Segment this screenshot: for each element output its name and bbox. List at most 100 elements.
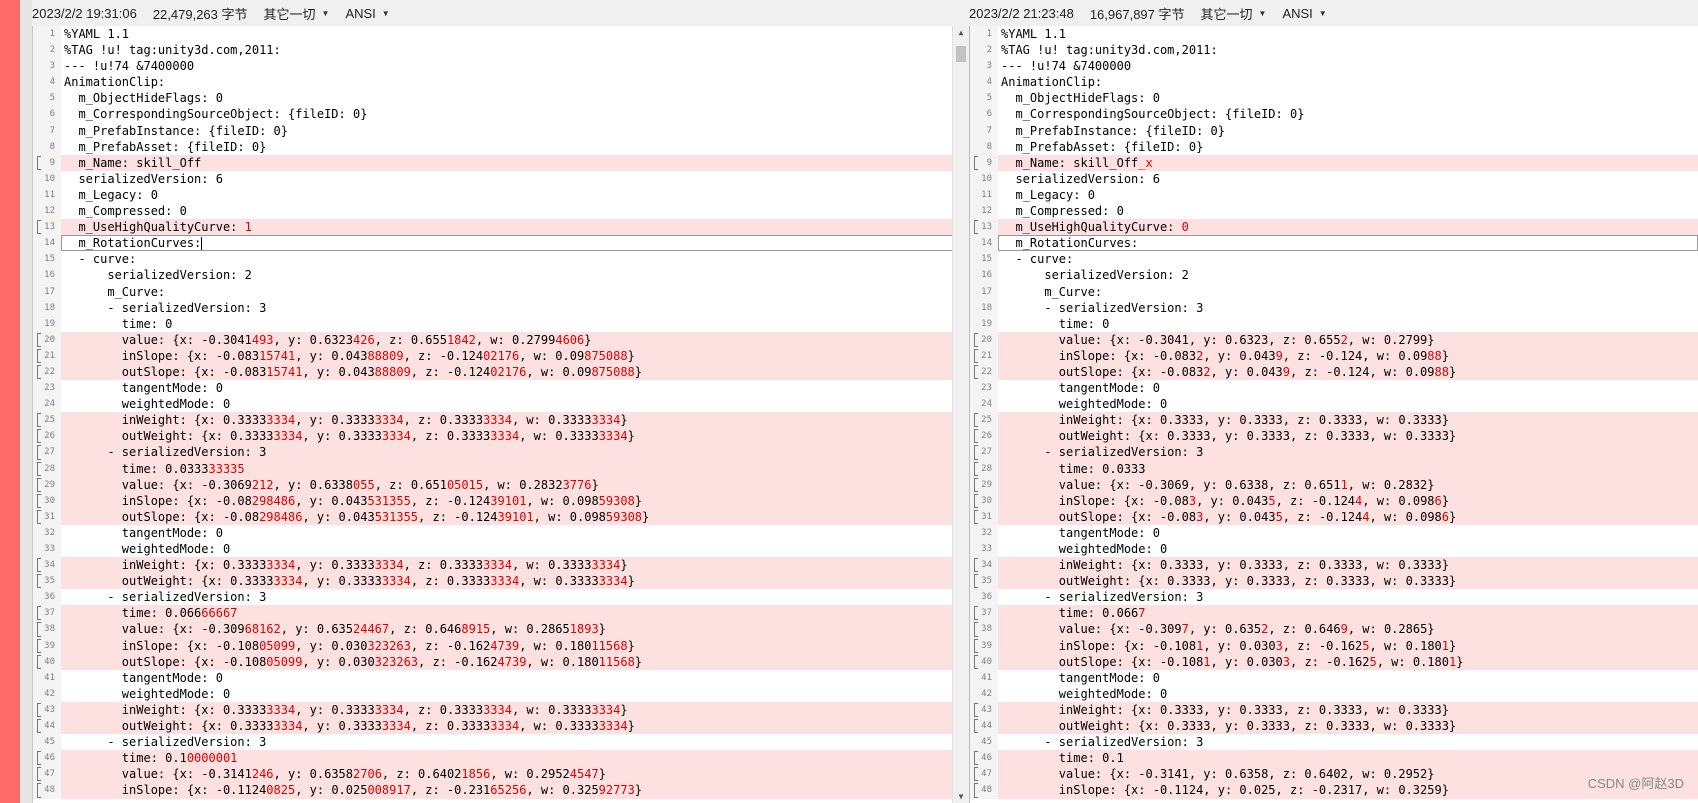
- code-line[interactable]: 36 - serializedVersion: 3: [33, 589, 969, 606]
- left-filetype-dropdown[interactable]: 其它一切 ▼: [264, 4, 330, 23]
- diff-line[interactable]: 13 m_UseHighQualityCurve: 1: [33, 219, 969, 236]
- code-line[interactable]: 6 m_CorrespondingSourceObject: {fileID: …: [33, 106, 969, 123]
- code-line[interactable]: 10 serializedVersion: 6: [33, 170, 969, 187]
- code-line[interactable]: 3 --- !u!74 &7400000: [970, 58, 1698, 75]
- diff-line[interactable]: 46 time: 0.10000001: [33, 750, 969, 767]
- diff-line[interactable]: 21 inSlope: {x: -0.0832, y: 0.0439, z: -…: [970, 347, 1698, 364]
- code-line[interactable]: 41 tangentMode: 0: [970, 669, 1698, 686]
- diff-line[interactable]: 39 inSlope: {x: -0.10805099, y: 0.030323…: [33, 637, 969, 654]
- code-line[interactable]: 7 m_PrefabInstance: {fileID: 0}: [970, 122, 1698, 139]
- diff-line[interactable]: 47 value: {x: -0.3141246, y: 0.63582706,…: [33, 766, 969, 783]
- code-line[interactable]: 45 - serializedVersion: 3: [970, 734, 1698, 751]
- left-encoding-dropdown[interactable]: ANSI ▼: [345, 6, 389, 21]
- code-line[interactable]: 19 time: 0: [970, 315, 1698, 332]
- code-line[interactable]: 33 weightedMode: 0: [33, 541, 969, 558]
- diff-line[interactable]: 40 outSlope: {x: -0.1081, y: 0.0303, z: …: [970, 653, 1698, 670]
- diff-line[interactable]: 28 time: 0.033333335: [33, 460, 969, 477]
- diff-line[interactable]: 27 - serializedVersion: 3: [33, 444, 969, 461]
- code-line[interactable]: 2 %TAG !u! tag:unity3d.com,2011:: [33, 42, 969, 59]
- diff-line[interactable]: 31 outSlope: {x: -0.08298486, y: 0.04353…: [33, 508, 969, 525]
- diff-line[interactable]: 29 value: {x: -0.3069, y: 0.6338, z: 0.6…: [970, 476, 1698, 493]
- code-line[interactable]: 3 --- !u!74 &7400000: [33, 58, 969, 75]
- code-line[interactable]: 15 - curve:: [33, 251, 969, 268]
- code-line[interactable]: 16 serializedVersion: 2: [970, 267, 1698, 284]
- right-encoding-dropdown[interactable]: ANSI ▼: [1282, 6, 1326, 21]
- code-line[interactable]: 32 tangentMode: 0: [33, 524, 969, 541]
- code-line[interactable]: 17 m_Curve:: [33, 283, 969, 300]
- diff-line[interactable]: 46 time: 0.1: [970, 750, 1698, 767]
- diff-line[interactable]: 26 outWeight: {x: 0.3333, y: 0.3333, z: …: [970, 428, 1698, 445]
- code-line[interactable]: 42 weightedMode: 0: [970, 685, 1698, 702]
- code-line[interactable]: 41 tangentMode: 0: [33, 669, 969, 686]
- diff-line[interactable]: 30 inSlope: {x: -0.083, y: 0.0435, z: -0…: [970, 492, 1698, 509]
- code-line[interactable]: 24 weightedMode: 0: [970, 396, 1698, 413]
- diff-line[interactable]: 38 value: {x: -0.3097, y: 0.6352, z: 0.6…: [970, 621, 1698, 638]
- diff-line[interactable]: 43 inWeight: {x: 0.33333334, y: 0.333333…: [33, 701, 969, 719]
- diff-line[interactable]: 26 outWeight: {x: 0.33333334, y: 0.33333…: [33, 428, 969, 445]
- code-line[interactable]: 24 weightedMode: 0: [33, 396, 969, 413]
- code-line[interactable]: 2 %TAG !u! tag:unity3d.com,2011:: [970, 42, 1698, 59]
- diff-line[interactable]: 22 outSlope: {x: -0.08315741, y: 0.04388…: [33, 363, 969, 381]
- code-line[interactable]: 42 weightedMode: 0: [33, 685, 969, 702]
- code-line[interactable]: 8 m_PrefabAsset: {fileID: 0}: [970, 138, 1698, 155]
- code-line[interactable]: 1 %YAML 1.1: [33, 26, 969, 43]
- code-line[interactable]: 18 - serializedVersion: 3: [970, 299, 1698, 316]
- right-text-editor[interactable]: 1 %YAML 1.1 2 %TAG !u! tag:unity3d.com,2011…: [969, 26, 1698, 803]
- code-line[interactable]: 14 m_RotationCurves:: [970, 235, 1698, 252]
- code-line[interactable]: 33 weightedMode: 0: [970, 541, 1698, 558]
- left-text-editor[interactable]: 1 %YAML 1.1 2 %TAG !u! tag:unity3d.com,2011…: [32, 26, 969, 803]
- code-line[interactable]: 18 - serializedVersion: 3: [33, 299, 969, 316]
- diff-line[interactable]: 38 value: {x: -0.30968162, y: 0.63524467…: [33, 621, 969, 638]
- diff-line[interactable]: 21 inSlope: {x: -0.08315741, y: 0.043888…: [33, 347, 969, 364]
- diff-line[interactable]: 37 time: 0.06666667: [33, 605, 969, 622]
- diff-line[interactable]: 25 inWeight: {x: 0.3333, y: 0.3333, z: 0…: [970, 412, 1698, 429]
- diff-line[interactable]: 43 inWeight: {x: 0.3333, y: 0.3333, z: 0…: [970, 701, 1698, 719]
- code-line[interactable]: 1 %YAML 1.1: [970, 26, 1698, 43]
- code-line[interactable]: 8 m_PrefabAsset: {fileID: 0}: [33, 138, 969, 155]
- diff-line[interactable]: 44 outWeight: {x: 0.3333, y: 0.3333, z: …: [970, 718, 1698, 735]
- diff-line[interactable]: 20 value: {x: -0.3041493, y: 0.6323426, …: [33, 331, 969, 348]
- code-line[interactable]: 4 AnimationClip:: [970, 74, 1698, 91]
- diff-line[interactable]: 48 inSlope: {x: -0.11240825, y: 0.025008…: [33, 782, 969, 799]
- code-line[interactable]: 12 m_Compressed: 0: [33, 203, 969, 220]
- right-filetype-dropdown[interactable]: 其它一切 ▼: [1201, 4, 1267, 23]
- diff-line[interactable]: 28 time: 0.0333: [970, 460, 1698, 477]
- code-line[interactable]: 6 m_CorrespondingSourceObject: {fileID: …: [970, 106, 1698, 123]
- diff-line[interactable]: 39 inSlope: {x: -0.108 1 , y: 0.0303, z: -…: [970, 637, 1698, 654]
- diff-line[interactable]: 40 outSlope: {x: -0.10805099, y: 0.03032…: [33, 653, 969, 670]
- code-line[interactable]: 5 m_ObjectHideFlags: 0: [33, 90, 969, 107]
- diff-line[interactable]: 30 inSlope: {x: -0.08298486, y: 0.043531…: [33, 492, 969, 509]
- code-line[interactable]: 5 m_ObjectHideFlags: 0: [970, 90, 1698, 107]
- diff-line[interactable]: 9 m_Name: skill_Off: [33, 154, 969, 171]
- code-line[interactable]: 19 time: 0: [33, 315, 969, 332]
- diff-line[interactable]: 34 inWeight: {x: 0.3333, y: 0.3333, z: 0…: [970, 557, 1698, 574]
- code-line[interactable]: 12 m_Compressed: 0: [970, 203, 1698, 220]
- code-line[interactable]: 23 tangentMode: 0: [970, 380, 1698, 397]
- diff-line[interactable]: 9 m_Name: skill_Off_x: [970, 154, 1698, 171]
- diff-line[interactable]: 37 time: 0.0667: [970, 605, 1698, 622]
- code-line[interactable]: 11 m_Legacy: 0: [970, 186, 1698, 204]
- diff-line[interactable]: 27 - serializedVersion: 3: [970, 444, 1698, 461]
- diff-line[interactable]: 29 value: {x: -0.3069212, y: 0.6338055, …: [33, 476, 969, 493]
- diff-line[interactable]: 25 inWeight: {x: 0.33333334, y: 0.333333…: [33, 412, 969, 429]
- scroll-down-icon[interactable]: ▼: [953, 792, 969, 801]
- code-line[interactable]: 11 m_Legacy: 0: [33, 186, 969, 204]
- code-line[interactable]: 4 AnimationClip:: [33, 74, 969, 91]
- code-line[interactable]: 45 - serializedVersion: 3: [33, 734, 969, 751]
- diff-line[interactable]: 22 outSlope: {x: -0.0832, y: 0.0439, z: …: [970, 363, 1698, 381]
- diff-line[interactable]: 31 outSlope: {x: -0.083, y: 0.0435, z: -…: [970, 508, 1698, 525]
- left-vertical-scrollbar[interactable]: ▲ ▼: [952, 26, 969, 803]
- code-line[interactable]: 32 tangentMode: 0: [970, 524, 1698, 541]
- code-line[interactable]: 7 m_PrefabInstance: {fileID: 0}: [33, 122, 969, 139]
- diff-line[interactable]: 20 value: {x: -0.3041, y: 0.6323, z: 0.6…: [970, 331, 1698, 348]
- code-line[interactable]: 36 - serializedVersion: 3: [970, 589, 1698, 606]
- diff-line[interactable]: 34 inWeight: {x: 0.33333334, y: 0.333333…: [33, 557, 969, 574]
- diff-line[interactable]: 35 outWeight: {x: 0.33333334, y: 0.33333…: [33, 573, 969, 590]
- code-line[interactable]: 17 m_Curve:: [970, 283, 1698, 300]
- code-line[interactable]: 15 - curve:: [970, 251, 1698, 268]
- code-line[interactable]: 23 tangentMode: 0: [33, 380, 969, 397]
- diff-line[interactable]: 44 outWeight: {x: 0.33333334, y: 0.33333…: [33, 718, 969, 735]
- diff-line[interactable]: 35 outWeight: {x: 0.3333, y: 0.3333, z: …: [970, 573, 1698, 590]
- code-line[interactable]: 10 serializedVersion: 6: [970, 170, 1698, 187]
- scroll-thumb[interactable]: [956, 46, 966, 62]
